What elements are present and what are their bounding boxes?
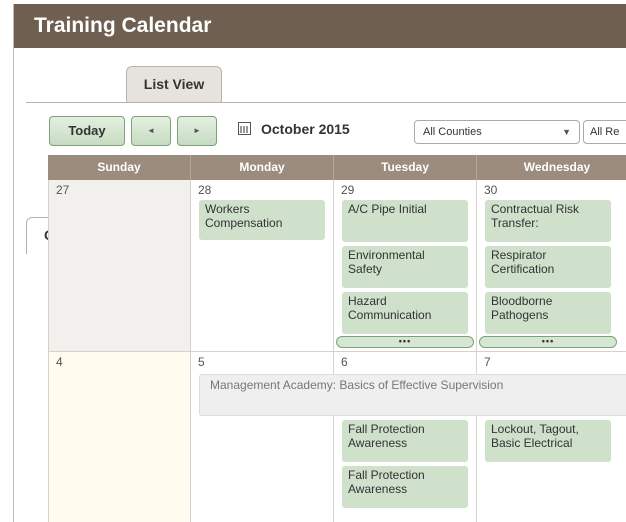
weekday-header: Sunday (48, 155, 191, 180)
dropdown-arrow-icon: ▼ (562, 127, 571, 137)
tab-divider (26, 102, 626, 103)
event-item[interactable]: Environmental Safety (342, 246, 468, 288)
page-title: Training Calendar (34, 14, 212, 37)
day-cell[interactable]: 29 A/C Pipe Initial Environmental Safety… (334, 180, 477, 352)
event-item[interactable]: Hazard Communication (342, 292, 468, 334)
title-bar: Training Calendar (14, 4, 626, 48)
day-cell[interactable]: 28 Workers Compensation (191, 180, 334, 352)
day-cell-today[interactable]: 4 (48, 352, 191, 522)
chevron-left-icon: ◄ (147, 126, 155, 135)
day-cell[interactable]: 27 (48, 180, 191, 352)
chevron-right-icon: ► (193, 126, 201, 135)
weekday-header: Tuesday (334, 155, 477, 180)
tab-list-view[interactable]: List View (126, 66, 222, 102)
county-select[interactable]: All Counties ▼ (414, 120, 580, 144)
weekday-header: Wednesday (477, 155, 626, 180)
county-select-value: All Counties (423, 126, 482, 138)
weekday-header: Monday (191, 155, 334, 180)
more-events-button[interactable]: ••• (336, 336, 474, 348)
region-select-value: All Re (590, 126, 620, 138)
day-number: 5 (198, 355, 205, 369)
current-month: October 2015 (238, 121, 350, 137)
app-frame: Training Calendar Calendar List View Tod… (13, 4, 626, 522)
event-item[interactable]: Contractual Risk Transfer: (485, 200, 611, 242)
calendar-icon[interactable] (238, 122, 251, 135)
month-label: October 2015 (261, 121, 350, 137)
event-item[interactable]: Fall Protection Awareness (342, 466, 468, 508)
multi-day-event[interactable]: Management Academy: Basics of Effective … (199, 374, 626, 416)
event-item[interactable]: A/C Pipe Initial (342, 200, 468, 242)
day-number: 29 (341, 183, 355, 197)
day-number: 4 (56, 355, 63, 369)
calendar-grid: Sunday Monday Tuesday Wednesday 27 28 Wo… (48, 155, 626, 522)
day-number: 30 (484, 183, 498, 197)
day-number: 28 (198, 183, 212, 197)
more-events-button[interactable]: ••• (479, 336, 617, 348)
day-cell[interactable]: 30 Contractual Risk Transfer: Respirator… (477, 180, 626, 352)
region-select[interactable]: All Re (583, 120, 626, 144)
today-button[interactable]: Today (49, 116, 125, 146)
event-item[interactable]: Lockout, Tagout, Basic Electrical (485, 420, 611, 462)
event-item[interactable]: Respirator Certification (485, 246, 611, 288)
next-month-button[interactable]: ► (177, 116, 217, 146)
event-item[interactable]: Bloodborne Pathogens (485, 292, 611, 334)
previous-month-button[interactable]: ◄ (131, 116, 171, 146)
day-number: 27 (56, 183, 70, 197)
day-number: 6 (341, 355, 348, 369)
event-item[interactable]: Fall Protection Awareness (342, 420, 468, 462)
event-item[interactable]: Workers Compensation (199, 200, 325, 240)
day-number: 7 (484, 355, 491, 369)
